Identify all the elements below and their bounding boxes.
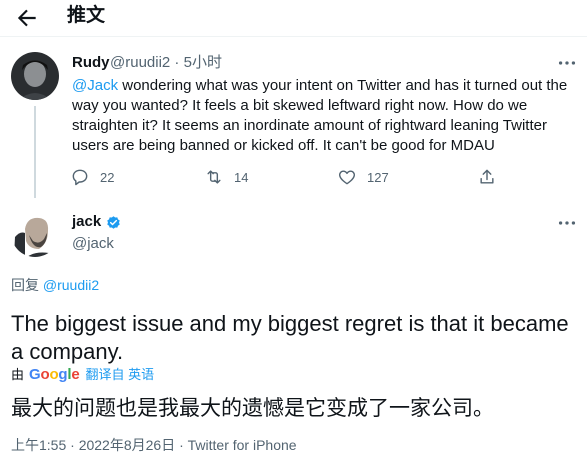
like-count: 127	[367, 169, 389, 185]
author-handle[interactable]: @ruudii2	[110, 54, 170, 71]
like-button[interactable]: 127	[337, 166, 389, 188]
heart-icon	[338, 170, 356, 185]
translated-text: 最大的问题也是我最大的遗憾是它变成了一家公司。	[11, 397, 494, 420]
more-horizontal-icon	[558, 221, 576, 225]
verified-badge-icon	[107, 215, 120, 229]
author-handle-time: @ruudii2 · 5小时	[110, 54, 222, 72]
translated-by-label: 由	[11, 367, 25, 382]
retweet-count: 14	[234, 169, 249, 185]
reply-count: 22	[100, 169, 115, 185]
timestamp[interactable]: 5小时	[184, 54, 222, 71]
tweet-metadata[interactable]: 上午1:55 · 2022年8月26日 · Twitter for iPhone	[11, 436, 297, 454]
replying-to-label: 回复	[11, 277, 43, 293]
arrow-left-icon	[17, 9, 36, 27]
author-handle[interactable]: @jack	[72, 235, 114, 253]
tweet-text: @Jack wondering what was your intent on …	[72, 76, 577, 156]
avatar[interactable]	[11, 209, 59, 257]
google-logo-icon: Google	[29, 366, 80, 383]
reply-to-link[interactable]: @ruudii2	[43, 277, 99, 293]
back-button[interactable]	[14, 5, 40, 31]
reply-button[interactable]: 22	[70, 166, 114, 188]
more-options-button[interactable]	[556, 212, 578, 234]
avatar[interactable]	[11, 52, 59, 100]
author-name[interactable]: Rudy	[72, 54, 110, 72]
share-button[interactable]	[477, 166, 497, 188]
share-icon	[480, 169, 494, 184]
retweet-button[interactable]: 14	[204, 166, 248, 188]
tweet-body: wondering what was your intent on Twitte…	[72, 77, 568, 154]
separator: ·	[170, 54, 184, 71]
header-divider	[0, 36, 587, 37]
author-name[interactable]: jack	[72, 213, 122, 231]
more-options-button[interactable]	[556, 52, 578, 74]
translation-attribution: 由 Google 翻译自 英语	[11, 367, 154, 383]
more-horizontal-icon	[558, 61, 576, 65]
thread-line	[34, 106, 36, 198]
retweet-icon	[207, 170, 221, 184]
tweet-text: The biggest issue and my biggest regret …	[11, 311, 569, 364]
replying-to: 回复 @ruudii2	[11, 276, 99, 294]
translated-from-link[interactable]: 翻译自 英语	[86, 367, 155, 383]
author-name-text: jack	[72, 213, 102, 230]
mention-link[interactable]: @Jack	[72, 77, 118, 94]
page-title: 推文	[67, 5, 106, 26]
reply-icon	[72, 169, 88, 186]
